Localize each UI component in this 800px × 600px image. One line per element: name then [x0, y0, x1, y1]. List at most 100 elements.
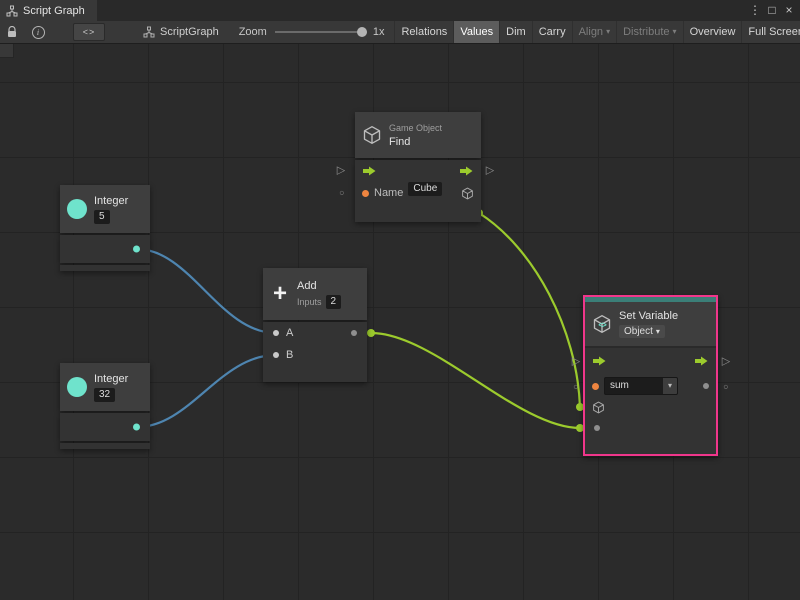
align-label: Align [579, 26, 603, 38]
find-output-row [355, 204, 481, 222]
tab-script-graph[interactable]: Script Graph [0, 0, 97, 21]
dim-button[interactable]: Dim [499, 21, 532, 43]
chevron-down-icon: ▾ [673, 28, 677, 36]
setvariable-flow-in-port[interactable]: ▷ [572, 357, 580, 368]
input-port-a[interactable] [273, 330, 279, 336]
variable-kind-dropdown[interactable]: Object ▾ [619, 325, 665, 338]
full-screen-label: Full Screen [748, 26, 800, 38]
wire-integer5-to-add-a[interactable] [137, 249, 276, 333]
values-label: Values [460, 26, 493, 38]
string-port-dot[interactable] [362, 190, 369, 197]
add-node-header: + Add Inputs 2 [263, 268, 367, 320]
node-footer [60, 265, 150, 271]
zoom-slider-handle[interactable] [357, 27, 367, 37]
port-label: A [286, 327, 293, 339]
setvariable-target-row [585, 398, 716, 416]
find-node-header: Game Object Find [355, 112, 481, 158]
port-label: Name [374, 187, 403, 199]
integer-value-field[interactable]: 5 [94, 210, 110, 224]
setvariable-node-body: sum ▾ [585, 348, 716, 454]
output-port-sum[interactable] [351, 330, 357, 336]
integer-value-field[interactable]: 32 [94, 388, 115, 402]
node-integer-32[interactable]: Integer 32 [60, 363, 150, 449]
overview-button[interactable]: Overview [683, 21, 742, 43]
breadcrumb[interactable]: ScriptGraph [143, 26, 219, 38]
setvariable-value-out-port[interactable]: ○ [723, 383, 728, 392]
wire-integer32-to-add-b[interactable] [137, 355, 276, 427]
find-node-body: Name Cube [355, 160, 481, 222]
node-title: Integer [94, 373, 128, 385]
find-name-in-port[interactable]: ○ [339, 189, 344, 198]
variable-name-dropdown[interactable]: sum ▾ [604, 377, 678, 395]
close-icon[interactable]: × [781, 0, 797, 21]
game-object-cube-icon [461, 187, 474, 200]
node-title: Find [389, 136, 442, 148]
add-output-port[interactable] [367, 329, 375, 337]
value-output-port[interactable] [703, 383, 709, 389]
dim-label: Dim [506, 26, 526, 38]
find-flow-out-port[interactable]: ▷ [486, 166, 494, 177]
maximize-icon[interactable]: □ [764, 0, 780, 21]
align-button[interactable]: Align▾ [572, 21, 616, 43]
zoom-slider[interactable] [275, 25, 367, 39]
toolbar-buttons: Relations Values Dim Carry Align▾ Distri… [394, 21, 800, 43]
graph-icon [143, 26, 155, 38]
setvariable-flow-out-port[interactable]: ▷ [722, 357, 730, 368]
graph-toolbar: i <> ScriptGraph Zoom 1x Relations Value… [0, 21, 800, 44]
carry-button[interactable]: Carry [532, 21, 572, 43]
dropdown-button[interactable]: ▾ [663, 378, 677, 394]
code-view-button[interactable]: <> [73, 23, 105, 41]
relations-button[interactable]: Relations [394, 21, 453, 43]
add-port-row-a: A [263, 322, 367, 344]
node-footer [60, 443, 150, 449]
canvas-corner-toggle[interactable] [0, 44, 14, 58]
integer-type-icon [67, 199, 87, 219]
flow-in-arrow-icon [593, 356, 606, 366]
string-port-dot[interactable] [592, 383, 599, 390]
graph-icon [6, 5, 18, 17]
chevron-down-icon: ▾ [668, 382, 672, 390]
lock-icon [7, 26, 17, 38]
integer-output-port[interactable] [133, 246, 140, 253]
lock-button[interactable] [3, 23, 21, 41]
integer-output-port[interactable] [133, 424, 140, 431]
node-set-variable[interactable]: <> Set Variable Object ▾ sum ▾ [583, 295, 718, 456]
flow-out-arrow-icon [460, 166, 473, 176]
distribute-button[interactable]: Distribute ▾ [616, 21, 682, 43]
input-port-b[interactable] [273, 352, 279, 358]
node-integer-5[interactable]: Integer 5 [60, 185, 150, 271]
inputs-label: Inputs [297, 297, 322, 307]
window-controls: ⋮ □ × [747, 0, 800, 21]
node-add[interactable]: + Add Inputs 2 A B [263, 268, 367, 382]
angle-brackets-icon: <> [598, 321, 605, 330]
distribute-label: Distribute [623, 26, 669, 38]
wire-add-to-setvariable[interactable] [371, 333, 580, 428]
relations-label: Relations [401, 26, 447, 38]
tab-bar-spacer [97, 0, 747, 21]
wire-find-to-setvariable[interactable] [479, 213, 580, 407]
node-find[interactable]: Game Object Find Name Cube [355, 112, 481, 222]
variable-name-value: sum [605, 378, 663, 394]
zoom-slider-track [275, 31, 367, 33]
chevron-down-icon: ▾ [656, 328, 660, 336]
variable-kind-value: Object [624, 326, 653, 337]
info-button[interactable]: i [29, 23, 47, 41]
tab-title: Script Graph [23, 5, 85, 17]
value-input-port[interactable] [594, 425, 600, 431]
variable-cube-icon: <> [592, 314, 612, 334]
game-object-cube-icon [592, 401, 605, 414]
setvariable-node-header: <> Set Variable Object ▾ [585, 302, 716, 346]
full-screen-button[interactable]: Full Screen [741, 21, 800, 43]
setvariable-value-row [585, 416, 716, 440]
values-button[interactable]: Values [453, 21, 499, 43]
window-menu-icon[interactable]: ⋮ [747, 0, 763, 21]
inputs-count-field[interactable]: 2 [326, 295, 342, 309]
find-flow-row [355, 160, 481, 182]
node-title: Integer [94, 195, 128, 207]
setvariable-name-in-port[interactable]: ○ [573, 383, 578, 392]
integer-output-row [60, 235, 150, 263]
graph-canvas[interactable]: Integer 5 Integer 32 ▷ ○ ▷ Game Obje [0, 44, 800, 600]
find-flow-in-port[interactable]: ▷ [337, 166, 345, 177]
name-value-field[interactable]: Cube [408, 182, 442, 196]
add-port-row-b: B [263, 344, 367, 366]
